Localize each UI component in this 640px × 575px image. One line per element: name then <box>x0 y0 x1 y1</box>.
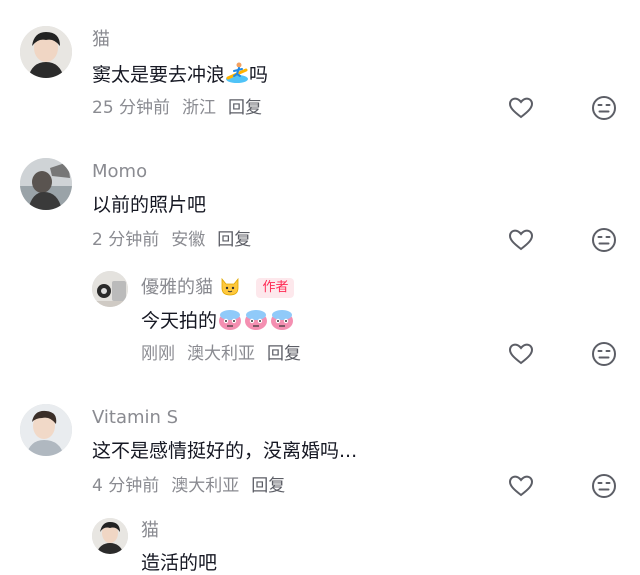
heart-outline-icon[interactable] <box>507 94 535 122</box>
avatar[interactable] <box>20 404 72 456</box>
reply-location: 澳大利亚 <box>187 344 255 364</box>
comment-time: 4 分钟前 <box>92 476 160 496</box>
comment-text-main: 窦太是要去冲浪 <box>92 64 226 86</box>
comment-time: 2 分钟前 <box>92 230 160 250</box>
comment-item: Momo 以前的照片吧 2 分钟前 安徽 回复 優雅的貓 作者 今天拍的 刚刚 澳大利… <box>0 130 640 398</box>
reply-username: 優雅的貓 作者 <box>141 275 295 299</box>
cat-face-emoji <box>219 275 241 297</box>
neutral-face-icon[interactable] <box>590 340 618 368</box>
reply-button[interactable]: 回复 <box>267 344 301 364</box>
avatar[interactable] <box>20 158 72 210</box>
comment-meta: 2 分钟前 安徽 回复 <box>92 229 263 251</box>
avatar[interactable] <box>20 26 72 78</box>
comment-meta: 4 分钟前 澳大利亚 回复 <box>92 475 297 497</box>
neutral-face-icon[interactable] <box>590 472 618 500</box>
reply-username[interactable]: 猫 <box>141 520 159 542</box>
heart-outline-icon[interactable] <box>507 340 535 368</box>
comment-location: 浙江 <box>182 98 217 118</box>
comment-item: Vitamin S 这不是感情挺好的，没离婚吗... 4 分钟前 澳大利亚 回复 猫… <box>0 398 640 574</box>
cold-face-emoji <box>243 307 269 331</box>
comment-meta: 25 分钟前 浙江 回复 <box>92 97 274 119</box>
comment-username[interactable]: 猫 <box>92 29 110 51</box>
avatar[interactable] <box>92 518 128 554</box>
comment-location: 澳大利亚 <box>171 476 240 496</box>
heart-outline-icon[interactable] <box>507 226 535 254</box>
comment-time: 25 分钟前 <box>92 98 171 118</box>
reply-meta: 刚刚 澳大利亚 回复 <box>141 343 313 365</box>
avatar[interactable] <box>92 271 128 307</box>
reply-text-main: 今天拍的 <box>141 310 218 332</box>
heart-outline-icon[interactable] <box>507 472 535 500</box>
neutral-face-icon[interactable] <box>590 226 618 254</box>
reply-text: 造活的吧 <box>141 552 218 574</box>
cold-face-emoji <box>269 307 295 331</box>
comment-location: 安徽 <box>171 230 206 250</box>
surfer-emoji <box>225 61 249 85</box>
comment-item: 猫 窦太是要去冲浪 吗 25 分钟前 浙江 回复 <box>0 0 640 130</box>
comment-text: 窦太是要去冲浪 吗 <box>92 61 268 87</box>
comment-text-tail: 吗 <box>249 64 269 86</box>
reply-button[interactable]: 回复 <box>217 230 251 250</box>
reply-button[interactable]: 回复 <box>251 476 285 496</box>
neutral-face-icon[interactable] <box>590 94 618 122</box>
author-badge: 作者 <box>256 278 295 298</box>
comment-text: 这不是感情挺好的，没离婚吗... <box>92 440 358 462</box>
comment-text: 以前的照片吧 <box>92 194 207 216</box>
cold-face-emoji <box>217 307 243 331</box>
reply-username-text[interactable]: 優雅的貓 <box>141 277 213 298</box>
reply-time: 刚刚 <box>141 344 175 364</box>
comment-username[interactable]: Momo <box>92 161 147 183</box>
comment-username[interactable]: Vitamin S <box>92 407 178 429</box>
reply-button[interactable]: 回复 <box>228 98 262 118</box>
reply-text: 今天拍的 <box>141 307 295 333</box>
